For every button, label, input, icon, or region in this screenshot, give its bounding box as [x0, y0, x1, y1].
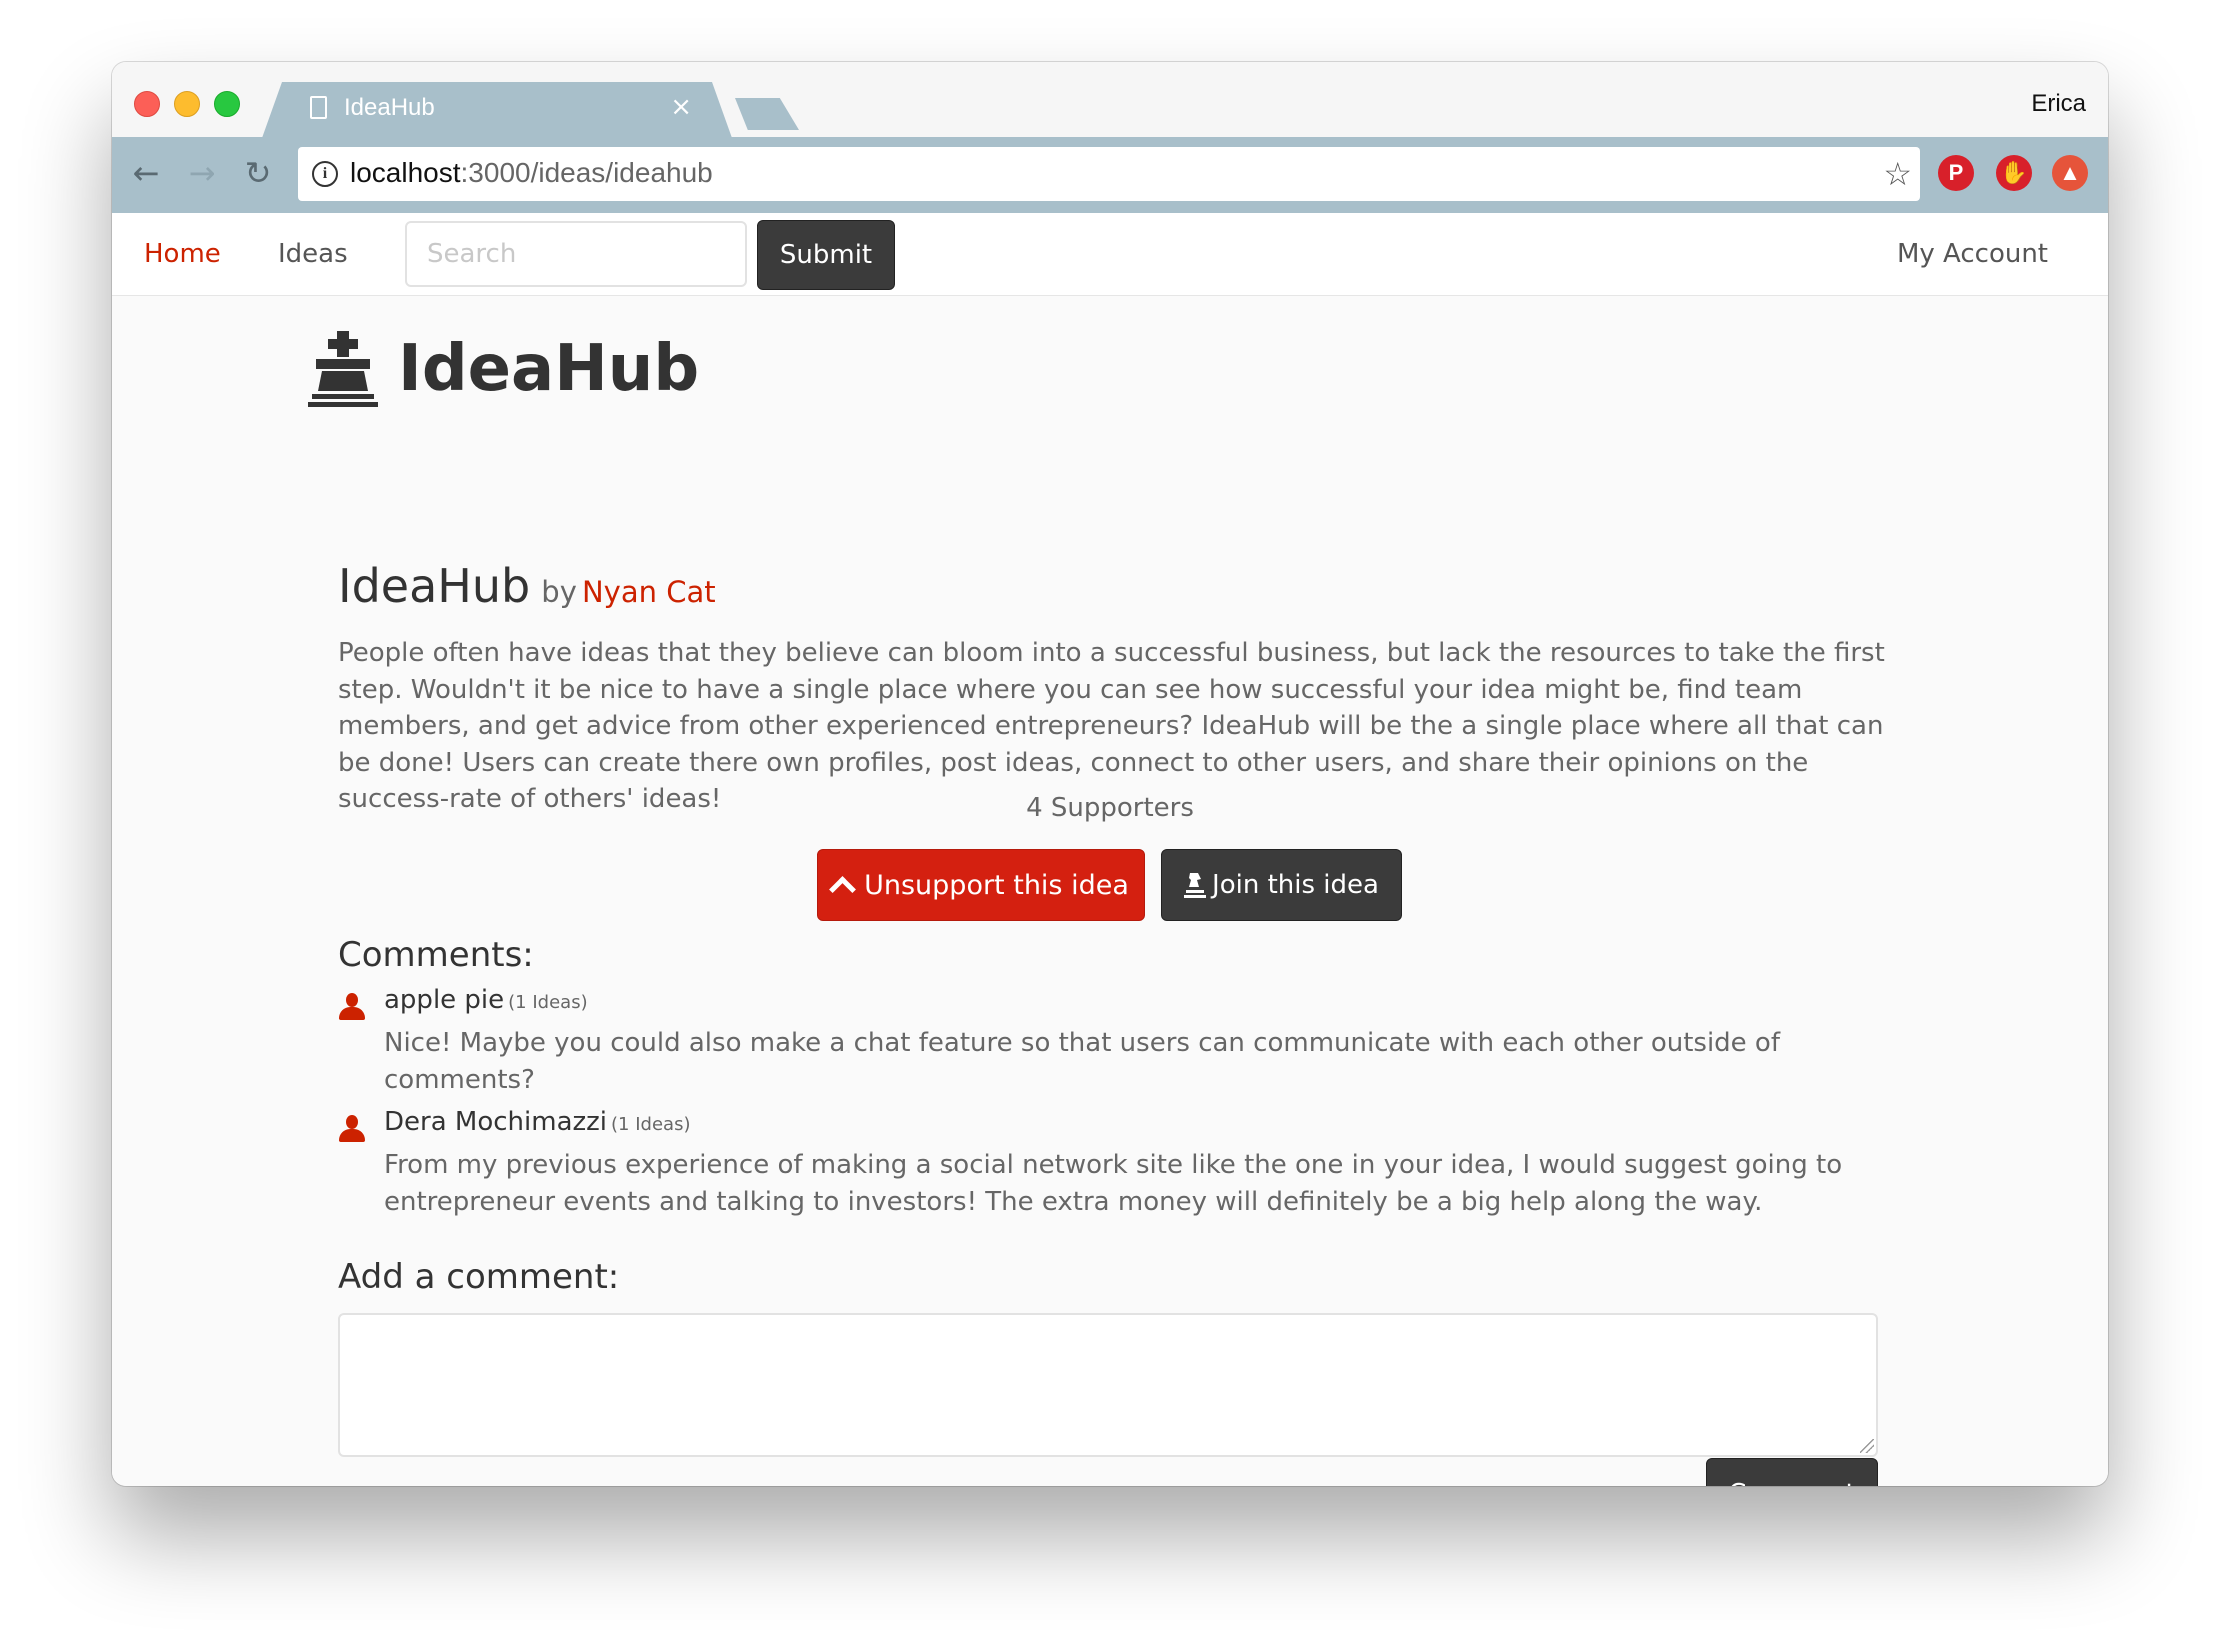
comments-heading: Comments: — [338, 935, 534, 975]
address-bar[interactable]: i localhost:3000/ideas/ideahub ☆ — [298, 147, 1920, 201]
web-page: Home Ideas Submit My Account IdeaHub Ide… — [112, 213, 2108, 1486]
maximize-window-button[interactable] — [214, 91, 240, 117]
browser-window: IdeaHub × Erica ← → ↻ i localhost:3000/i… — [112, 62, 2108, 1486]
upload-arrow-icon[interactable]: ▲ — [2052, 155, 2088, 191]
comment-author-meta: (1 Ideas) — [508, 992, 588, 1013]
resize-grip-icon[interactable] — [1860, 1439, 1874, 1453]
add-comment-heading: Add a comment: — [338, 1257, 620, 1297]
browser-tab-ideahub[interactable]: IdeaHub × — [262, 82, 732, 138]
chevron-up-icon — [829, 875, 857, 903]
close-window-button[interactable] — [134, 91, 160, 117]
comment-author-name[interactable]: apple pie — [384, 985, 504, 1015]
search-input[interactable] — [405, 221, 747, 287]
adblock-hand-icon[interactable]: ✋ — [1996, 155, 2032, 191]
my-account-link[interactable]: My Account — [1897, 239, 2048, 269]
new-tab-button[interactable] — [735, 98, 799, 130]
site-logo[interactable]: IdeaHub — [308, 331, 699, 407]
forward-arrow-icon[interactable]: → — [182, 153, 222, 193]
chess-king-icon — [308, 331, 378, 407]
comment-author-meta: (1 Ideas) — [611, 1114, 691, 1135]
comment-author: Dera Mochimazzi (1 Ideas) — [384, 1107, 690, 1137]
comment-text: Nice! Maybe you could also make a chat f… — [384, 1028, 1780, 1095]
unsupport-idea-button[interactable]: Unsupport this idea — [817, 849, 1145, 921]
title-bar: IdeaHub × Erica — [112, 62, 2108, 137]
document-icon — [310, 96, 327, 119]
idea-title: IdeaHub — [338, 559, 531, 613]
star-icon[interactable]: ☆ — [1883, 155, 1912, 193]
site-title: IdeaHub — [398, 332, 700, 406]
search-submit-button[interactable]: Submit — [757, 220, 895, 290]
comment-textarea[interactable] — [338, 1313, 1878, 1457]
browser-toolbar: ← → ↻ i localhost:3000/ideas/ideahub ☆ P… — [112, 137, 2108, 213]
user-icon — [338, 1115, 366, 1143]
info-icon[interactable]: i — [312, 161, 338, 187]
reload-icon[interactable]: ↻ — [238, 153, 278, 193]
back-arrow-icon[interactable]: ← — [126, 153, 166, 193]
minimize-window-button[interactable] — [174, 91, 200, 117]
idea-author-link[interactable]: Nyan Cat — [582, 575, 716, 609]
tab-title: IdeaHub — [344, 94, 435, 121]
comment-author: apple pie (1 Ideas) — [384, 985, 588, 1015]
comment-author-name[interactable]: Dera Mochimazzi — [384, 1107, 607, 1137]
nav-ideas-link[interactable]: Ideas — [278, 239, 348, 269]
idea-header: IdeaHub by Nyan Cat — [338, 559, 716, 613]
pinterest-icon[interactable]: P — [1938, 155, 1974, 191]
site-navbar: Home Ideas Submit My Account — [112, 213, 2108, 296]
comment-text: From my previous experience of making a … — [384, 1150, 1843, 1217]
tab-close-icon[interactable]: × — [670, 92, 692, 122]
supporters-count: 4 Supporters — [1026, 793, 1194, 823]
idea-by-label: by — [541, 575, 577, 609]
url-text[interactable]: localhost:3000/ideas/ideahub — [350, 157, 713, 189]
idea-description: People often have ideas that they believ… — [338, 638, 1885, 814]
profile-name[interactable]: Erica — [2031, 90, 2086, 118]
url-path: :3000/ideas/ideahub — [460, 157, 713, 188]
url-host: localhost — [350, 157, 461, 188]
nav-home-link[interactable]: Home — [144, 239, 221, 269]
join-label: Join this idea — [1212, 870, 1379, 900]
chess-knight-icon — [1184, 873, 1207, 898]
comment-submit-button[interactable]: Comment — [1706, 1458, 1878, 1486]
user-icon — [338, 993, 366, 1021]
join-idea-button[interactable]: Join this idea — [1161, 849, 1402, 921]
unsupport-label: Unsupport this idea — [864, 869, 1129, 901]
